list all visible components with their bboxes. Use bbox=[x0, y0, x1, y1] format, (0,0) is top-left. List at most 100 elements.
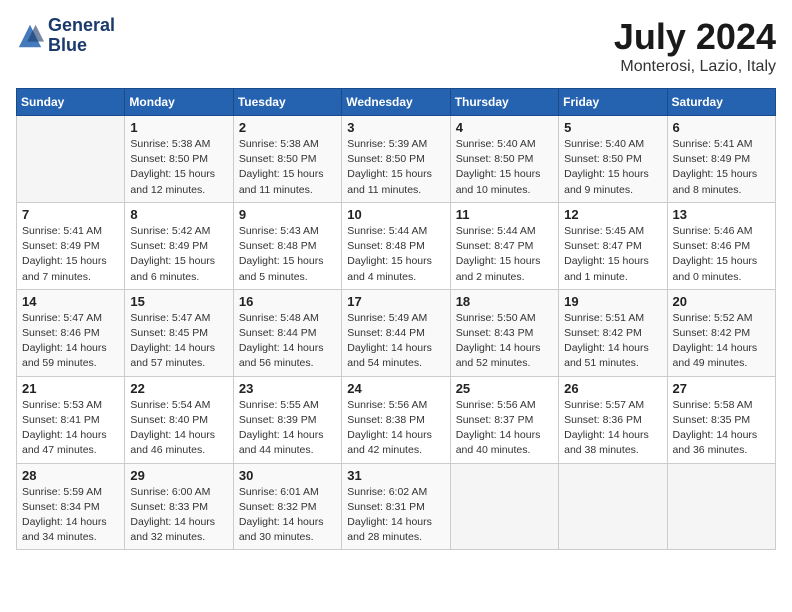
day-number: 26 bbox=[564, 381, 661, 396]
day-info: Sunrise: 5:46 AM Sunset: 8:46 PM Dayligh… bbox=[673, 224, 770, 285]
day-info: Sunrise: 5:47 AM Sunset: 8:46 PM Dayligh… bbox=[22, 311, 119, 372]
calendar-cell: 10 Sunrise: 5:44 AM Sunset: 8:48 PM Dayli… bbox=[342, 202, 450, 289]
day-number: 15 bbox=[130, 294, 227, 309]
calendar-cell: 20 Sunrise: 5:52 AM Sunset: 8:42 PM Dayli… bbox=[667, 289, 775, 376]
day-number: 19 bbox=[564, 294, 661, 309]
day-number: 6 bbox=[673, 120, 770, 135]
day-number: 23 bbox=[239, 381, 336, 396]
logo-line1: General bbox=[48, 16, 115, 36]
day-info: Sunrise: 5:40 AM Sunset: 8:50 PM Dayligh… bbox=[564, 137, 661, 198]
day-number: 21 bbox=[22, 381, 119, 396]
day-number: 16 bbox=[239, 294, 336, 309]
logo-icon bbox=[16, 22, 44, 50]
day-info: Sunrise: 5:38 AM Sunset: 8:50 PM Dayligh… bbox=[239, 137, 336, 198]
day-info: Sunrise: 6:00 AM Sunset: 8:33 PM Dayligh… bbox=[130, 485, 227, 546]
day-info: Sunrise: 6:01 AM Sunset: 8:32 PM Dayligh… bbox=[239, 485, 336, 546]
day-info: Sunrise: 5:44 AM Sunset: 8:48 PM Dayligh… bbox=[347, 224, 444, 285]
calendar-cell: 19 Sunrise: 5:51 AM Sunset: 8:42 PM Dayli… bbox=[559, 289, 667, 376]
header-row: Sunday Monday Tuesday Wednesday Thursday… bbox=[17, 89, 776, 116]
logo: General Blue bbox=[16, 16, 115, 56]
calendar-week-2: 7 Sunrise: 5:41 AM Sunset: 8:49 PM Daylig… bbox=[17, 202, 776, 289]
day-number: 20 bbox=[673, 294, 770, 309]
col-tuesday: Tuesday bbox=[233, 89, 341, 116]
calendar-cell: 28 Sunrise: 5:59 AM Sunset: 8:34 PM Dayli… bbox=[17, 463, 125, 550]
col-sunday: Sunday bbox=[17, 89, 125, 116]
calendar-cell: 12 Sunrise: 5:45 AM Sunset: 8:47 PM Dayli… bbox=[559, 202, 667, 289]
day-info: Sunrise: 5:41 AM Sunset: 8:49 PM Dayligh… bbox=[673, 137, 770, 198]
day-number: 4 bbox=[456, 120, 553, 135]
day-number: 3 bbox=[347, 120, 444, 135]
day-info: Sunrise: 5:52 AM Sunset: 8:42 PM Dayligh… bbox=[673, 311, 770, 372]
day-info: Sunrise: 5:53 AM Sunset: 8:41 PM Dayligh… bbox=[22, 398, 119, 459]
calendar-cell: 5 Sunrise: 5:40 AM Sunset: 8:50 PM Daylig… bbox=[559, 116, 667, 203]
day-number: 17 bbox=[347, 294, 444, 309]
day-number: 27 bbox=[673, 381, 770, 396]
day-info: Sunrise: 5:50 AM Sunset: 8:43 PM Dayligh… bbox=[456, 311, 553, 372]
day-info: Sunrise: 5:41 AM Sunset: 8:49 PM Dayligh… bbox=[22, 224, 119, 285]
day-info: Sunrise: 5:42 AM Sunset: 8:49 PM Dayligh… bbox=[130, 224, 227, 285]
day-number: 22 bbox=[130, 381, 227, 396]
calendar-cell: 21 Sunrise: 5:53 AM Sunset: 8:41 PM Dayli… bbox=[17, 376, 125, 463]
day-number: 28 bbox=[22, 468, 119, 483]
calendar-cell: 16 Sunrise: 5:48 AM Sunset: 8:44 PM Dayli… bbox=[233, 289, 341, 376]
day-info: Sunrise: 5:59 AM Sunset: 8:34 PM Dayligh… bbox=[22, 485, 119, 546]
calendar-table: Sunday Monday Tuesday Wednesday Thursday… bbox=[16, 88, 776, 550]
calendar-cell: 14Sunrise: 5:47 AM Sunset: 8:46 PM Dayli… bbox=[17, 289, 125, 376]
day-number: 31 bbox=[347, 468, 444, 483]
day-number: 11 bbox=[456, 207, 553, 222]
col-saturday: Saturday bbox=[667, 89, 775, 116]
calendar-week-4: 21 Sunrise: 5:53 AM Sunset: 8:41 PM Dayli… bbox=[17, 376, 776, 463]
day-number: 7 bbox=[22, 207, 119, 222]
calendar-cell: 11 Sunrise: 5:44 AM Sunset: 8:47 PM Dayli… bbox=[450, 202, 558, 289]
day-info: Sunrise: 5:57 AM Sunset: 8:36 PM Dayligh… bbox=[564, 398, 661, 459]
calendar-week-1: 1Sunrise: 5:38 AM Sunset: 8:50 PM Daylig… bbox=[17, 116, 776, 203]
day-number: 12 bbox=[564, 207, 661, 222]
page-header: General Blue July 2024 Monterosi, Lazio,… bbox=[16, 16, 776, 76]
calendar-cell: 25 Sunrise: 5:56 AM Sunset: 8:37 PM Dayli… bbox=[450, 376, 558, 463]
day-number: 25 bbox=[456, 381, 553, 396]
calendar-cell: 30Sunrise: 6:01 AM Sunset: 8:32 PM Dayli… bbox=[233, 463, 341, 550]
calendar-cell: 29 Sunrise: 6:00 AM Sunset: 8:33 PM Dayli… bbox=[125, 463, 233, 550]
day-info: Sunrise: 5:45 AM Sunset: 8:47 PM Dayligh… bbox=[564, 224, 661, 285]
day-number: 13 bbox=[673, 207, 770, 222]
day-info: Sunrise: 6:02 AM Sunset: 8:31 PM Dayligh… bbox=[347, 485, 444, 546]
day-info: Sunrise: 5:58 AM Sunset: 8:35 PM Dayligh… bbox=[673, 398, 770, 459]
logo-line2: Blue bbox=[48, 36, 115, 56]
day-number: 10 bbox=[347, 207, 444, 222]
calendar-cell: 4 Sunrise: 5:40 AM Sunset: 8:50 PM Daylig… bbox=[450, 116, 558, 203]
day-info: Sunrise: 5:51 AM Sunset: 8:42 PM Dayligh… bbox=[564, 311, 661, 372]
col-friday: Friday bbox=[559, 89, 667, 116]
col-monday: Monday bbox=[125, 89, 233, 116]
logo-text: General Blue bbox=[48, 16, 115, 56]
calendar-week-5: 28 Sunrise: 5:59 AM Sunset: 8:34 PM Dayli… bbox=[17, 463, 776, 550]
calendar-cell: 26 Sunrise: 5:57 AM Sunset: 8:36 PM Dayli… bbox=[559, 376, 667, 463]
calendar-cell: 3 Sunrise: 5:39 AM Sunset: 8:50 PM Daylig… bbox=[342, 116, 450, 203]
day-info: Sunrise: 5:39 AM Sunset: 8:50 PM Dayligh… bbox=[347, 137, 444, 198]
day-info: Sunrise: 5:38 AM Sunset: 8:50 PM Dayligh… bbox=[130, 137, 227, 198]
day-number: 8 bbox=[130, 207, 227, 222]
calendar-cell: 7 Sunrise: 5:41 AM Sunset: 8:49 PM Daylig… bbox=[17, 202, 125, 289]
day-info: Sunrise: 5:54 AM Sunset: 8:40 PM Dayligh… bbox=[130, 398, 227, 459]
day-info: Sunrise: 5:48 AM Sunset: 8:44 PM Dayligh… bbox=[239, 311, 336, 372]
calendar-cell: 1Sunrise: 5:38 AM Sunset: 8:50 PM Daylig… bbox=[125, 116, 233, 203]
calendar-cell: 24Sunrise: 5:56 AM Sunset: 8:38 PM Dayli… bbox=[342, 376, 450, 463]
day-info: Sunrise: 5:40 AM Sunset: 8:50 PM Dayligh… bbox=[456, 137, 553, 198]
day-info: Sunrise: 5:47 AM Sunset: 8:45 PM Dayligh… bbox=[130, 311, 227, 372]
calendar-cell: 18 Sunrise: 5:50 AM Sunset: 8:43 PM Dayli… bbox=[450, 289, 558, 376]
day-info: Sunrise: 5:55 AM Sunset: 8:39 PM Dayligh… bbox=[239, 398, 336, 459]
day-number: 5 bbox=[564, 120, 661, 135]
day-info: Sunrise: 5:44 AM Sunset: 8:47 PM Dayligh… bbox=[456, 224, 553, 285]
calendar-cell bbox=[667, 463, 775, 550]
col-thursday: Thursday bbox=[450, 89, 558, 116]
calendar-cell: 13 Sunrise: 5:46 AM Sunset: 8:46 PM Dayli… bbox=[667, 202, 775, 289]
day-number: 29 bbox=[130, 468, 227, 483]
calendar-cell: 31 Sunrise: 6:02 AM Sunset: 8:31 PM Dayli… bbox=[342, 463, 450, 550]
day-number: 18 bbox=[456, 294, 553, 309]
day-number: 2 bbox=[239, 120, 336, 135]
calendar-cell bbox=[17, 116, 125, 203]
day-info: Sunrise: 5:49 AM Sunset: 8:44 PM Dayligh… bbox=[347, 311, 444, 372]
calendar-cell: 2 Sunrise: 5:38 AM Sunset: 8:50 PM Daylig… bbox=[233, 116, 341, 203]
col-wednesday: Wednesday bbox=[342, 89, 450, 116]
day-info: Sunrise: 5:56 AM Sunset: 8:37 PM Dayligh… bbox=[456, 398, 553, 459]
day-info: Sunrise: 5:43 AM Sunset: 8:48 PM Dayligh… bbox=[239, 224, 336, 285]
